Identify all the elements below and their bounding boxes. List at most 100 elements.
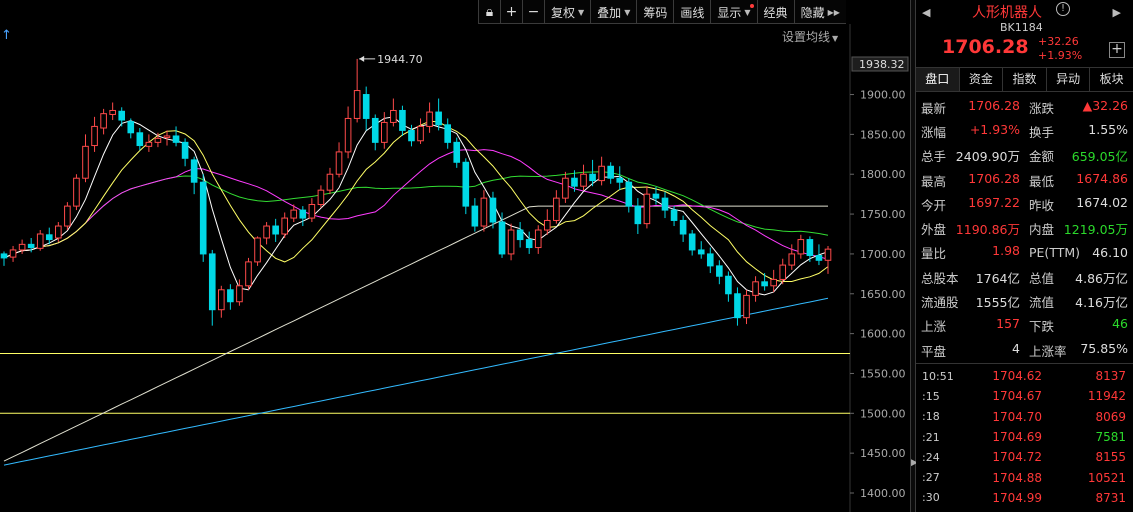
quote-cell: 换手 1.55% (1024, 122, 1132, 141)
adjust-button[interactable]: 复权 ▼ (544, 0, 590, 24)
add-watchlist-button[interactable]: + (1109, 42, 1125, 58)
candle-down (208, 253, 216, 311)
axis-tick-label: 1450.00 (860, 447, 906, 460)
candle-up (64, 205, 71, 227)
quote-row: 今开 1697.22 昨收 1674.02 (916, 192, 1133, 216)
adjust-label: 复权 (551, 5, 576, 20)
tab-orderbook[interactable]: 盘口 (916, 68, 960, 91)
peak-label: 1944.70 (377, 53, 423, 66)
candle-down (462, 161, 470, 207)
next-stock-icon[interactable]: ▶ (1113, 6, 1121, 19)
candle-up (236, 285, 243, 303)
candle-down (625, 181, 633, 207)
candle-up (426, 111, 433, 127)
candle-up (109, 109, 116, 115)
classic-button[interactable]: 经典 (756, 0, 794, 24)
candle-down (471, 205, 479, 227)
kline-chart-area[interactable]: 1900.00 1850.00 1800.00 1750.00 1700.00 1650.… (0, 0, 910, 512)
candle-down (408, 129, 415, 142)
axis-tick-label: 1500.00 (860, 407, 906, 420)
quote-row: 平盘 4 上涨率 75.85% (916, 338, 1133, 362)
axis-tick-label: 1750.00 (860, 208, 906, 221)
quote-label: 上涨 (921, 319, 947, 335)
zoom-out-button[interactable]: − (522, 0, 544, 24)
tick-time: :24 (922, 450, 940, 464)
axis-tick-label: 1600.00 (860, 328, 906, 341)
quote-label: 最低 (1029, 173, 1055, 189)
quote-row: 总手 2409.90万 金额 659.05亿 (916, 144, 1133, 168)
stock-code: BK1184 (1000, 21, 1043, 34)
tick-row: :24 1704.72 8155 (916, 447, 1133, 467)
ma-setting-button[interactable]: 设置均线 ▼ (782, 28, 838, 45)
candle-up (580, 173, 587, 187)
quote-value: 1697.22 (968, 194, 1020, 210)
quote-label: 流值 (1029, 295, 1055, 311)
quote-cell: PE(TTM) 46.10 (1024, 245, 1132, 260)
quote-value: 4.16万亿 (1075, 295, 1128, 311)
zoom-in-button[interactable]: + (500, 0, 522, 24)
candle-up (743, 294, 750, 319)
display-button[interactable]: 显示 ▼ (710, 0, 756, 24)
candle-down (734, 293, 741, 319)
ma60-line (3, 205, 828, 462)
candle-down (444, 124, 451, 143)
quote-value: 1674.86 (1076, 170, 1128, 186)
tick-list[interactable]: 10:51 1704.62 8137:15 1704.67 11942:18 1704.7… (916, 363, 1133, 512)
tick-volume: 8155 (1095, 450, 1126, 465)
quote-row: 最高 1706.28 最低 1674.86 (916, 168, 1133, 192)
candle-down (371, 117, 379, 143)
tab-anomaly[interactable]: 异动 (1047, 68, 1091, 91)
draw-line-label: 画线 (680, 5, 705, 20)
tick-price: 1704.67 (992, 389, 1042, 404)
quote-cell: 涨跌 ▲32.26 (1024, 98, 1132, 117)
candle-down (716, 265, 723, 277)
candle-down (27, 243, 35, 249)
quote-cell: 最新 1706.28 (916, 98, 1024, 117)
chevron-down-icon: ▼ (832, 34, 839, 43)
candle-up (381, 121, 388, 143)
candle-up (480, 197, 488, 227)
quote-value: 1555亿 (975, 295, 1020, 311)
ma-setting-label: 设置均线 (782, 30, 831, 44)
candle-up (308, 204, 316, 219)
quote-row: 上涨 157 下跌 46 (916, 314, 1133, 338)
candle-up (562, 177, 569, 199)
chevron-down-icon: ▼ (744, 7, 751, 17)
axis-tick-label: 1800.00 (860, 168, 906, 181)
candle-up (353, 90, 361, 119)
tick-volume: 8069 (1095, 409, 1126, 424)
candle-up (36, 233, 44, 249)
hide-button[interactable]: 隐藏 ▶▶ (793, 0, 846, 24)
quote-cell: 总值 4.86万亿 (1024, 268, 1132, 287)
info-icon[interactable]: ! (1056, 2, 1070, 16)
candle-down (661, 197, 669, 211)
kline-chart[interactable]: 1900.00 1850.00 1800.00 1750.00 1700.00 1650.… (0, 0, 910, 512)
candle-up (534, 229, 542, 249)
tab-funds[interactable]: 资金 (960, 68, 1004, 91)
candle-up (18, 243, 26, 251)
prev-stock-icon[interactable]: ◀ (922, 6, 930, 19)
candle-down (272, 225, 279, 235)
tick-row: :331705.1513008 (916, 508, 1133, 512)
quote-label: 平盘 (921, 343, 947, 359)
chips-button[interactable]: 筹码 (636, 0, 673, 24)
overlay-button[interactable]: 叠加 ▼ (590, 0, 636, 24)
candle-up (218, 289, 225, 311)
tab-sector[interactable]: 板块 (1090, 68, 1133, 91)
candle-up (163, 135, 171, 139)
tab-index[interactable]: 指数 (1003, 68, 1047, 91)
draw-line-button[interactable]: 画线 (673, 0, 710, 24)
quote-value: 1190.86万 (955, 222, 1020, 238)
candle-down (607, 165, 614, 179)
quote-cell: 最高 1706.28 (916, 171, 1024, 190)
quote-value: 4.86万亿 (1075, 270, 1128, 286)
candle-down (589, 173, 596, 182)
arrow-up-icon[interactable]: ↑ (1, 28, 12, 43)
quote-row: 最新 1706.28 涨跌 ▲32.26 (916, 95, 1133, 119)
candle-down (571, 177, 578, 187)
quote-value: 2409.90万 (955, 149, 1020, 165)
candle-down (362, 94, 370, 119)
candle-down (489, 197, 497, 223)
lock-icon[interactable]: 🔒︎ (478, 0, 500, 24)
quote-label: 涨跌 (1029, 100, 1055, 116)
